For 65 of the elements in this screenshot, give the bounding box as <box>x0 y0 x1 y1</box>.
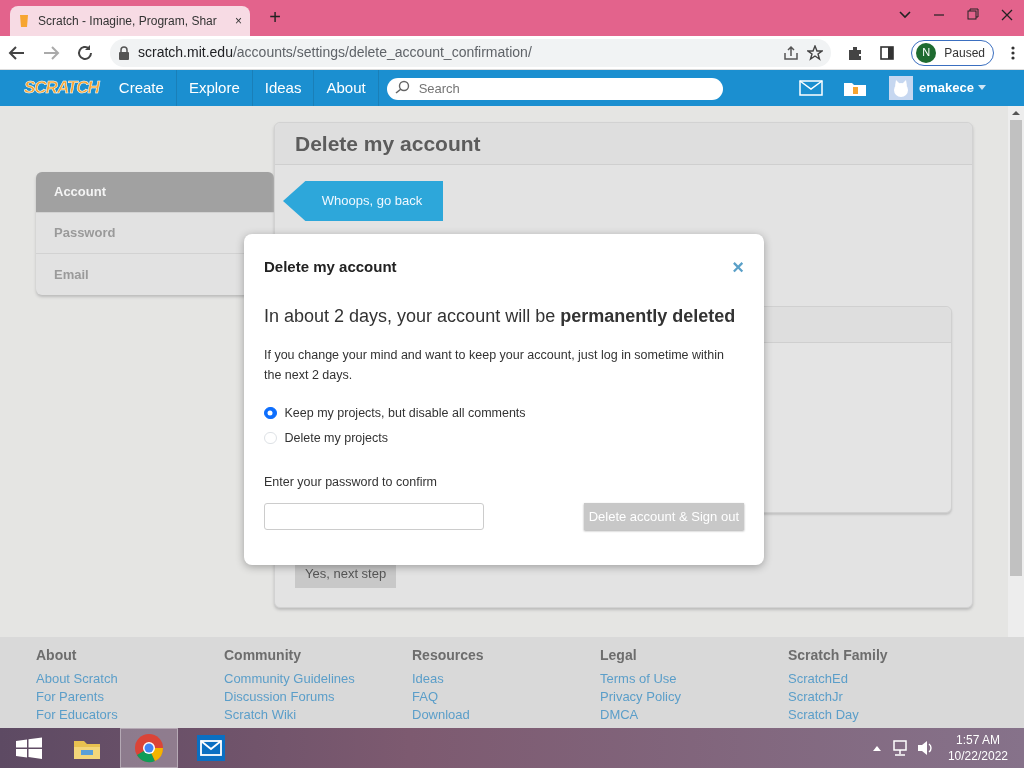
network-icon[interactable] <box>891 739 910 757</box>
mail-icon[interactable] <box>799 80 824 96</box>
caret-icon[interactable] <box>978 85 986 91</box>
taskbar-button[interactable] <box>120 728 178 768</box>
user-menu[interactable]: emakece <box>919 78 974 98</box>
footer-heading: Resources <box>412 646 484 665</box>
scratch-favicon <box>18 14 30 28</box>
radio-label[interactable]: Delete my projects <box>284 428 388 448</box>
browser-tab[interactable]: Scratch - Imagine, Program, Shar × <box>10 6 250 36</box>
footer-link[interactable]: Download <box>412 706 470 724</box>
footer-link[interactable]: ScratchEd <box>788 670 848 688</box>
new-tab-button[interactable]: + <box>258 2 292 32</box>
clock-date: 10/22/2022 <box>947 748 1008 764</box>
footer-link[interactable]: ScratchJr <box>788 688 843 706</box>
profile-avatar: N <box>916 42 937 63</box>
mail-icon[interactable] <box>196 734 226 762</box>
side-panel-icon[interactable] <box>879 44 896 61</box>
back-icon[interactable] <box>8 43 26 62</box>
star-icon[interactable] <box>807 44 824 61</box>
back-button[interactable]: Whoops, go back <box>283 181 443 221</box>
scroll-thumb[interactable] <box>1010 120 1022 576</box>
menu-icon[interactable] <box>1010 44 1016 61</box>
radio-button[interactable] <box>264 406 277 420</box>
modal-title: Delete my account <box>264 257 397 277</box>
footer-link[interactable]: Privacy Policy <box>600 688 681 706</box>
footer-link[interactable]: For Parents <box>36 688 104 706</box>
clock-time: 1:57 AM <box>954 732 1001 748</box>
sidebar-item[interactable]: Account <box>36 172 274 213</box>
footer-link[interactable]: Scratch Day <box>788 706 859 724</box>
tray-arrow-icon[interactable] <box>871 744 882 752</box>
profile-status: Paused <box>944 44 985 62</box>
search-field[interactable]: Search <box>386 77 723 100</box>
footer-link[interactable]: Discussion Forums <box>224 688 335 706</box>
avatar-icon[interactable] <box>889 76 914 100</box>
footer-heading: Community <box>224 646 301 665</box>
forward-icon[interactable] <box>42 43 60 62</box>
tab-close-button[interactable]: × <box>235 12 242 30</box>
reload-icon[interactable] <box>76 43 94 62</box>
tab-title: Scratch - Imagine, Program, Shar <box>38 13 218 30</box>
search-icon <box>394 80 411 94</box>
field-label: Enter your password to confirm <box>264 473 438 491</box>
footer-heading: Scratch Family <box>788 646 888 665</box>
panel-title: Delete my account <box>275 123 972 165</box>
footer-link[interactable]: DMCA <box>600 706 639 724</box>
footer-link[interactable]: Terms of Use <box>600 670 677 688</box>
footer-link[interactable]: Community Guidelines <box>224 670 355 688</box>
puzzle-icon[interactable] <box>847 44 864 61</box>
scrollbar[interactable] <box>1008 106 1024 637</box>
password-field[interactable] <box>264 503 484 531</box>
radio-label[interactable]: Keep my projects, but disable all comments <box>284 403 526 423</box>
footer-link[interactable]: Ideas <box>412 670 444 688</box>
footer-link[interactable]: About Scratch <box>36 670 118 688</box>
footer-link[interactable]: Scratch Wiki <box>224 706 297 724</box>
scratch-logo[interactable]: SCRATCH <box>24 75 99 101</box>
modal-heading: In about 2 days, your account will be permanently deleted <box>264 304 737 328</box>
volume-icon[interactable] <box>915 739 934 757</box>
footer-link[interactable]: For Educators <box>36 706 118 724</box>
footer-heading: Legal <box>600 646 637 665</box>
footer-link[interactable]: FAQ <box>412 688 438 706</box>
lock-icon <box>118 45 130 60</box>
modal-text: If you change your mind and want to keep your account, just log in sometime within the next 2 days. <box>264 346 725 384</box>
share-icon[interactable] <box>783 44 800 61</box>
chrome-icon[interactable] <box>134 733 164 763</box>
close-button[interactable]: × <box>732 257 744 278</box>
footer-heading: About <box>36 646 77 665</box>
